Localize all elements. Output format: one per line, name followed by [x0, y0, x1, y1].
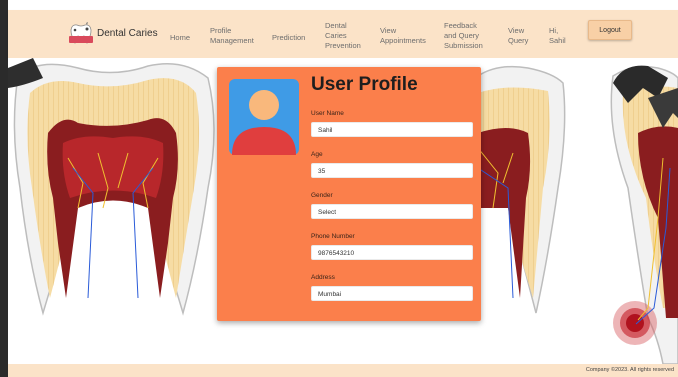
gender-select[interactable]: Select [311, 204, 473, 219]
healthy-tooth-left [8, 58, 215, 316]
tooth-logo-icon [69, 22, 93, 44]
nav-prediction[interactable]: Prediction [272, 33, 305, 43]
window-left-edge [0, 0, 8, 377]
user-name-label: User Name [311, 110, 344, 117]
phone-number-label: Phone Number [311, 233, 355, 240]
copyright-text: Company ©2023. All rights reserved [585, 367, 674, 373]
address-field[interactable]: Mumbai [311, 286, 473, 301]
nav-view-query[interactable]: View Query [508, 26, 528, 46]
brand-name: Dental Caries [97, 27, 158, 39]
nav-profile-management[interactable]: Profile Management [210, 26, 254, 46]
logout-button[interactable]: Logout [588, 20, 632, 40]
brand[interactable]: Dental Caries [68, 22, 158, 44]
address-label: Address [311, 274, 335, 281]
user-profile-card: User Profile User Name Sahil Age 35 Gend… [217, 67, 481, 321]
nav-feedback-query-submission[interactable]: Feedback and Query Submission [444, 21, 483, 51]
nav-dental-caries-prevention[interactable]: Dental Caries Prevention [325, 21, 361, 51]
user-greeting: Hi, Sahil [549, 26, 566, 45]
gender-label: Gender [311, 192, 333, 199]
page-title: User Profile [311, 74, 418, 95]
decayed-tooth-right [610, 65, 678, 364]
footer: Company ©2023. All rights reserved [8, 364, 678, 377]
user-name-field[interactable]: Sahil [311, 122, 473, 137]
navbar: Dental Caries Home Profile Management Pr… [8, 10, 678, 58]
healthy-tooth-middle [477, 65, 566, 314]
age-label: Age [311, 151, 323, 158]
nav-view-appointments[interactable]: View Appointments [380, 26, 426, 46]
nav-home[interactable]: Home [170, 33, 190, 43]
phone-number-field[interactable]: 9876543210 [311, 245, 473, 260]
user-avatar-icon [229, 79, 299, 155]
age-field[interactable]: 35 [311, 163, 473, 178]
